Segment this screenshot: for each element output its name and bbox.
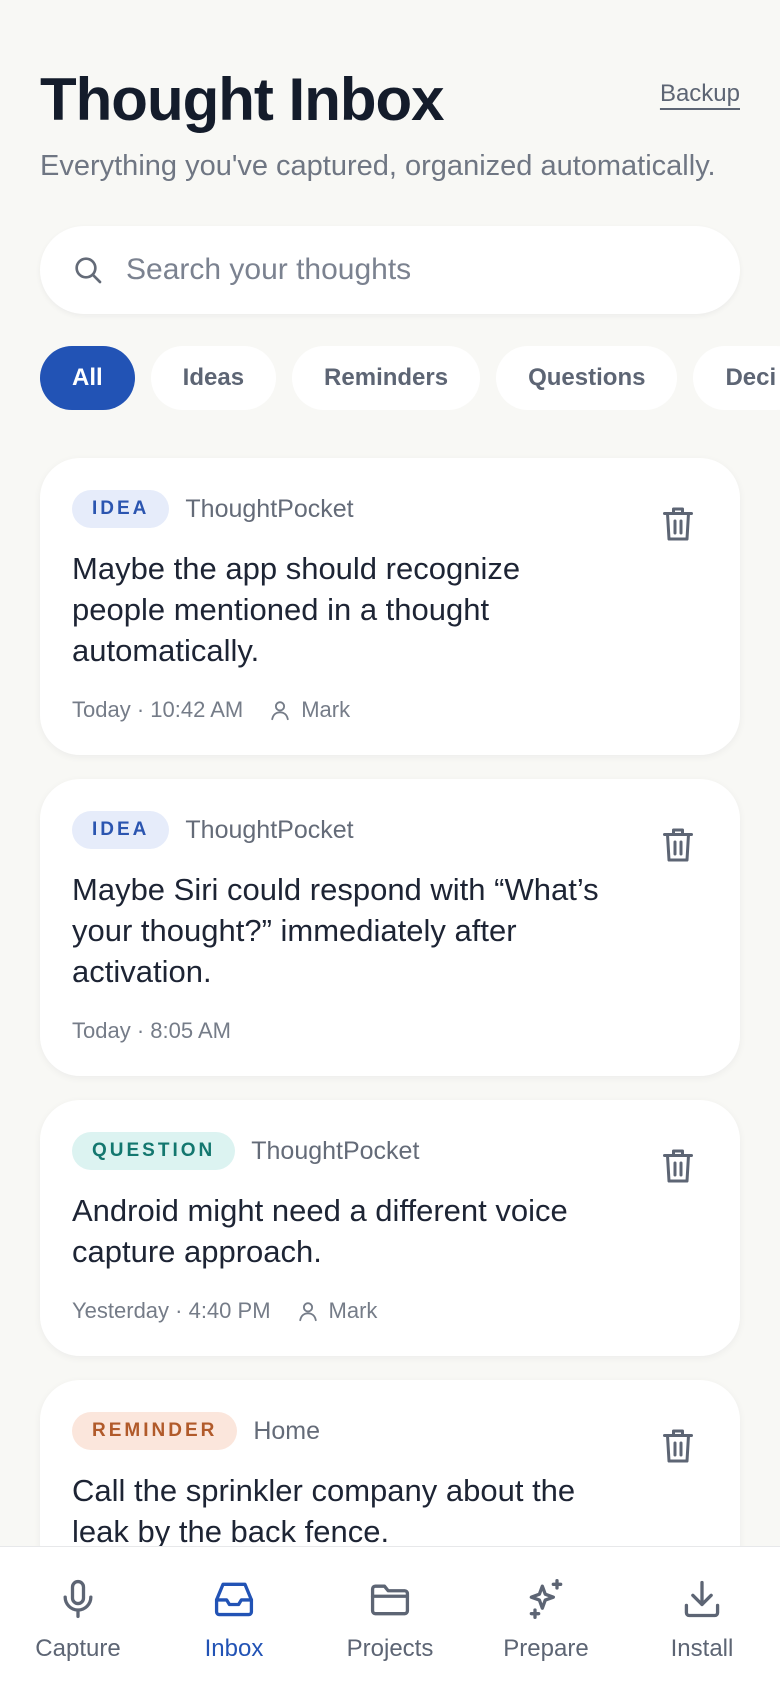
sparkles-icon [529,1579,563,1619]
thought-text: Android might need a different voice cap… [72,1193,568,1269]
filter-chip-questions[interactable]: Questions [496,346,678,410]
tab-label: Projects [346,1635,434,1662]
microphone-icon [63,1579,93,1619]
inbox-icon [214,1582,254,1617]
tab-capture[interactable]: Capture [8,1577,148,1663]
filter-chip-ideas[interactable]: Ideas [150,346,277,410]
thought-time: Today · 8:05 AM [72,1018,231,1043]
thought-text: Call the sprinkler company about the lea… [72,1473,576,1549]
search-icon [75,257,102,284]
trash-icon[interactable] [660,1146,696,1186]
filter-chip-all[interactable]: All [40,346,135,410]
tab-inbox[interactable]: Inbox [164,1577,304,1663]
tab-label: Install [670,1635,734,1662]
tab-install[interactable]: Install [632,1577,772,1663]
thought-card[interactable]: IDEA ThoughtPocket Maybe Siri could resp… [40,779,740,1076]
person-name: Mark [328,1298,378,1323]
search-input[interactable] [126,253,706,287]
trash-icon[interactable] [660,825,696,865]
project-name: Home [253,1416,321,1445]
person-icon [298,1302,317,1322]
backup-link[interactable]: Backup [660,80,740,108]
bottom-tab-bar: Capture Inbox Projects Prepare Install [0,1546,780,1688]
thought-text: Maybe Siri could respond with “What’s yo… [72,872,599,989]
project-name: ThoughtPocket [185,494,354,523]
page-title: Thought Inbox [40,66,445,133]
filter-chip-decisions[interactable]: Deci [693,346,780,410]
type-badge: IDEA [72,490,170,528]
project-name: ThoughtPocket [185,815,354,844]
folder-icon [370,1584,410,1616]
filter-chip-reminders[interactable]: Reminders [292,346,481,410]
type-badge: IDEA [72,811,170,849]
type-badge: REMINDER [72,1412,238,1450]
search-bar[interactable] [40,226,740,314]
page-header: Thought Inbox Everything you've captured… [40,64,740,183]
person-name: Mark [301,697,351,722]
person-tag: Mark [297,1298,378,1324]
thought-time: Today · 10:42 AM [72,697,244,722]
thought-card[interactable]: IDEA ThoughtPocket Maybe the app should … [40,458,740,755]
trash-icon[interactable] [660,1426,696,1466]
page-subtitle: Everything you've captured, organized au… [40,150,716,182]
filter-chips: All Ideas Reminders Questions Deci [40,346,780,410]
tab-label: Prepare [503,1635,589,1662]
thought-list: IDEA ThoughtPocket Maybe the app should … [40,458,740,1608]
thought-card[interactable]: QUESTION ThoughtPocket Android might nee… [40,1100,740,1356]
person-icon [271,701,289,721]
type-badge: QUESTION [72,1132,236,1170]
person-tag: Mark [269,697,350,723]
tab-prepare[interactable]: Prepare [476,1577,616,1663]
thought-time: Yesterday · 4:40 PM [72,1298,271,1323]
download-icon [684,1580,720,1618]
project-name: ThoughtPocket [251,1136,420,1165]
tab-projects[interactable]: Projects [320,1577,460,1663]
tab-label: Inbox [204,1635,264,1662]
thought-text: Maybe the app should recognize people me… [72,551,521,668]
trash-icon[interactable] [660,504,696,544]
tab-label: Capture [35,1635,121,1662]
